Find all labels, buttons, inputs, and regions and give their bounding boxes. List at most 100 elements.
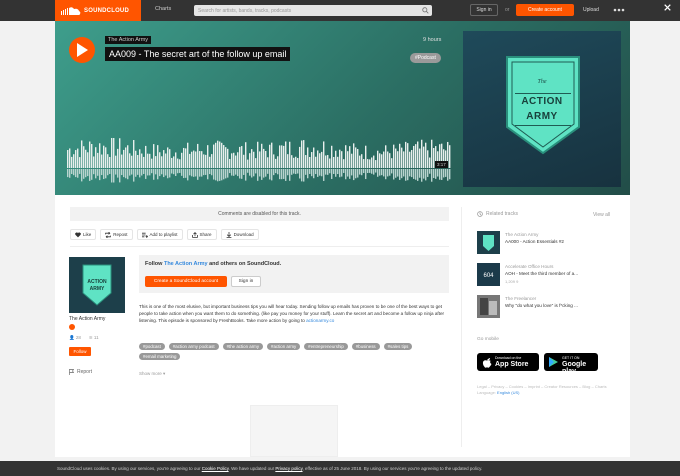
share-icon xyxy=(191,231,198,238)
related-track-title: AA000 - Action Essentials #2 xyxy=(505,239,564,244)
artist-name[interactable]: The Action Army xyxy=(69,316,105,322)
genre-tag[interactable]: #Podcast xyxy=(410,53,441,63)
add-to-playlist-label: Add to playlist xyxy=(149,232,178,237)
waveform-bar xyxy=(295,156,297,168)
search-icon[interactable] xyxy=(422,7,429,14)
related-track-thumbnail xyxy=(477,295,500,318)
search-input[interactable]: Search for artists, bands, tracks, podca… xyxy=(194,5,432,16)
download-button[interactable]: Download xyxy=(220,229,259,240)
waveform-bar xyxy=(279,145,281,168)
waveform-reflection xyxy=(255,169,257,174)
svg-text:ACTION: ACTION xyxy=(87,279,107,285)
waveform-bar xyxy=(125,147,127,168)
waveform-reflection xyxy=(307,169,309,179)
waveform-reflection xyxy=(245,169,247,181)
play-button[interactable] xyxy=(69,37,95,63)
more-options-icon[interactable] xyxy=(613,7,625,13)
related-track-item[interactable]: The Action Army AA000 - Action Essential… xyxy=(477,231,627,255)
share-button[interactable]: Share xyxy=(186,229,217,240)
followers-count[interactable]: 👤 28 xyxy=(69,335,81,341)
waveform-reflection xyxy=(177,169,179,174)
waveform-reflection xyxy=(123,169,125,178)
tracks-count[interactable]: ≋ 11 xyxy=(89,335,99,341)
follow-button[interactable]: Follow xyxy=(69,347,91,356)
language-value[interactable]: English (US) xyxy=(497,390,519,395)
waveform-bar xyxy=(123,149,125,168)
waveform-bar xyxy=(175,152,177,168)
related-track-item[interactable]: 604 Accelerate Office Hours AOH - Meet t… xyxy=(477,263,627,287)
track-tag[interactable]: #the action army xyxy=(222,343,264,350)
create-account-button[interactable]: Create account xyxy=(516,4,574,16)
waveform-bar xyxy=(119,138,121,168)
privacy-policy-link[interactable]: Privacy policy xyxy=(275,466,302,471)
related-track-item[interactable]: The Freelancer Why "do what you love" is… xyxy=(477,295,627,319)
sign-in-button[interactable]: Sign in xyxy=(470,4,498,16)
track-tag[interactable]: #business xyxy=(351,343,380,350)
waveform-reflection xyxy=(337,169,339,175)
cookie-policy-link[interactable]: Cookie Policy xyxy=(202,466,229,471)
track-tag[interactable]: #action army podcast xyxy=(168,343,219,350)
waveform-reflection xyxy=(269,169,271,180)
waveform-bar xyxy=(95,147,97,168)
waveform-bar xyxy=(357,149,359,168)
waveform-reflection xyxy=(129,169,131,176)
waveform-reflection xyxy=(327,169,329,175)
show-more-link[interactable]: Show more ▾ xyxy=(139,371,165,377)
waveform-reflection xyxy=(165,169,167,176)
add-to-playlist-button[interactable]: Add to playlist xyxy=(136,229,183,240)
waveform-reflection xyxy=(159,169,161,177)
follow-box-sign-in-button[interactable]: Sign in xyxy=(231,276,261,287)
nav-charts-link[interactable]: Charts xyxy=(155,6,171,12)
waveform-bar xyxy=(91,143,93,168)
waveform-bar xyxy=(367,159,369,168)
language-label: Language: xyxy=(477,390,496,395)
cloud-icon xyxy=(61,6,81,16)
waveform-bar xyxy=(253,151,255,168)
track-tag[interactable]: #entrepreneurship xyxy=(304,343,348,350)
create-soundcloud-account-button[interactable]: Create a SoundCloud account xyxy=(145,276,227,287)
follow-prompt-artist-link[interactable]: The Action Army xyxy=(164,261,208,267)
app-store-button[interactable]: Download on the App Store xyxy=(477,353,539,371)
track-tag[interactable]: #email marketing xyxy=(139,353,181,360)
soundcloud-logo[interactable]: SOUNDCLOUD xyxy=(55,0,141,21)
report-link[interactable]: Report xyxy=(69,369,92,375)
waveform-reflection xyxy=(201,169,203,177)
waveform-bar xyxy=(169,149,171,168)
waveform-reflection xyxy=(431,169,433,182)
waveform-bar xyxy=(71,156,73,168)
waveform-reflection xyxy=(343,169,345,173)
artist-avatar[interactable]: ACTION ARMY xyxy=(69,257,125,313)
freelancer-thumb-image xyxy=(480,298,497,315)
language-selector[interactable]: Language: English (US) xyxy=(477,390,627,396)
waveform-bar xyxy=(203,154,205,168)
waveform-bar xyxy=(309,156,311,168)
repost-button[interactable]: Repost xyxy=(100,229,133,240)
waveform-bar xyxy=(325,155,327,168)
like-button[interactable]: Like xyxy=(70,229,97,240)
waveform-reflection xyxy=(265,169,267,177)
hero-artist-link[interactable]: The Action Army xyxy=(105,36,152,44)
upload-link[interactable]: Upload xyxy=(583,7,599,13)
track-tag[interactable]: #action army xyxy=(267,343,301,350)
waveform-reflection xyxy=(315,169,317,175)
description-link[interactable]: actionarmy.co xyxy=(306,318,334,323)
close-icon[interactable] xyxy=(664,4,671,11)
waveform[interactable] xyxy=(67,136,451,186)
track-tag[interactable]: #sales tips xyxy=(383,343,413,350)
google-play-icon xyxy=(549,357,558,367)
waveform-reflection xyxy=(263,169,265,178)
waveform-bar xyxy=(149,153,151,168)
track-tag[interactable]: #podcast xyxy=(139,343,165,350)
waveform-reflection xyxy=(199,169,201,177)
waveform-bar xyxy=(257,141,259,168)
waveform-reflection xyxy=(271,169,273,181)
waveform-reflection xyxy=(277,169,279,175)
waveform-reflection xyxy=(399,169,401,180)
waveform-reflection xyxy=(219,169,221,181)
waveform-reflection xyxy=(131,169,133,175)
waveform-bar xyxy=(225,147,227,168)
cookie-text-post: , effective as of 25 June 2018. By using… xyxy=(302,466,483,471)
google-play-button[interactable]: GET IT ON Google play xyxy=(544,353,598,375)
view-all-link[interactable]: View all xyxy=(593,212,610,218)
waveform-bar xyxy=(369,159,371,168)
